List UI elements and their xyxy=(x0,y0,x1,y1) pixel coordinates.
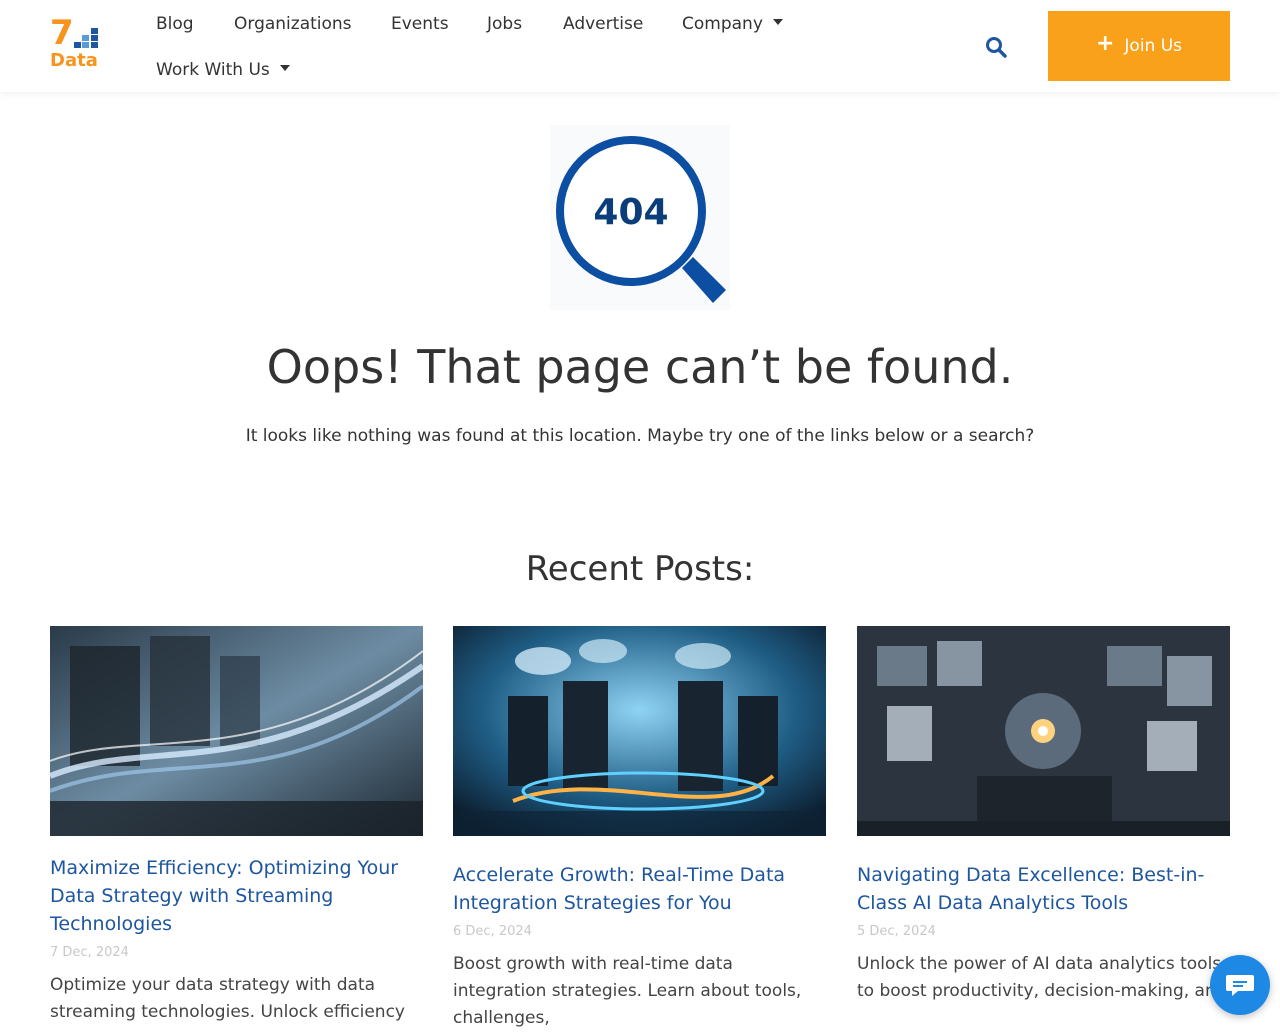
chat-button[interactable] xyxy=(1210,955,1270,1015)
page-title: Oops! That page can’t be found. xyxy=(266,340,1014,394)
data-integration-image xyxy=(453,626,826,836)
nav-work-with-us-label: Work With Us xyxy=(156,60,270,80)
nav-work-with-us[interactable]: Work With Us xyxy=(156,59,290,81)
logo-grid-icon xyxy=(74,28,100,50)
nav-jobs[interactable]: Jobs xyxy=(487,13,522,35)
site-logo[interactable]: 7 Data xyxy=(50,16,102,72)
post-thumbnail[interactable] xyxy=(50,626,423,836)
ai-analytics-image xyxy=(857,626,1230,836)
join-us-button[interactable]: + Join Us xyxy=(1048,11,1230,81)
chat-icon xyxy=(1226,975,1254,996)
logo-number: 7 xyxy=(50,13,74,53)
post-card: Maximize Efficiency: Optimizing Your Dat… xyxy=(50,626,423,1026)
site-header: 7 Data Blog Organizations Events Jobs Ad… xyxy=(0,0,1280,92)
post-thumbnail[interactable] xyxy=(453,626,826,836)
search-icon xyxy=(986,37,1007,58)
post-title[interactable]: Navigating Data Excellence: Best-in-Clas… xyxy=(857,861,1230,917)
post-card: Navigating Data Excellence: Best-in-Clas… xyxy=(857,626,1230,1005)
post-excerpt: Optimize your data strategy with data st… xyxy=(50,975,405,1022)
chevron-down-icon xyxy=(772,19,783,25)
post-title[interactable]: Maximize Efficiency: Optimizing Your Dat… xyxy=(50,854,423,938)
nav-company-label: Company xyxy=(682,14,763,34)
nav-organizations[interactable]: Organizations xyxy=(234,13,352,35)
nav-company[interactable]: Company xyxy=(682,13,783,35)
nav-advertise[interactable]: Advertise xyxy=(563,13,643,35)
post-title[interactable]: Accelerate Growth: Real-Time Data Integr… xyxy=(453,861,826,917)
error-message: It looks like nothing was found at this … xyxy=(245,426,1035,446)
post-thumbnail[interactable] xyxy=(857,626,1230,836)
post-date: 7 Dec, 2024 xyxy=(50,945,129,960)
post-card: Accelerate Growth: Real-Time Data Integr… xyxy=(453,626,826,1032)
not-found-illustration: 404 xyxy=(550,125,730,310)
recent-posts-heading: Recent Posts: xyxy=(525,549,755,589)
magnifier-icon: 404 xyxy=(556,136,726,303)
error-code: 404 xyxy=(593,192,668,233)
post-date: 5 Dec, 2024 xyxy=(857,924,936,939)
logo-word: Data xyxy=(50,50,98,71)
post-excerpt: Unlock the power of AI data analytics to… xyxy=(857,954,1227,1001)
join-us-label: Join Us xyxy=(1124,36,1183,56)
plus-icon: + xyxy=(1095,31,1115,56)
nav-events[interactable]: Events xyxy=(391,13,449,35)
post-date: 6 Dec, 2024 xyxy=(453,924,532,939)
data-streaming-image xyxy=(50,626,423,836)
search-button[interactable] xyxy=(984,35,1008,59)
chevron-down-icon xyxy=(279,65,290,71)
nav-blog[interactable]: Blog xyxy=(156,13,194,35)
post-excerpt: Boost growth with real-time data integra… xyxy=(453,954,802,1028)
